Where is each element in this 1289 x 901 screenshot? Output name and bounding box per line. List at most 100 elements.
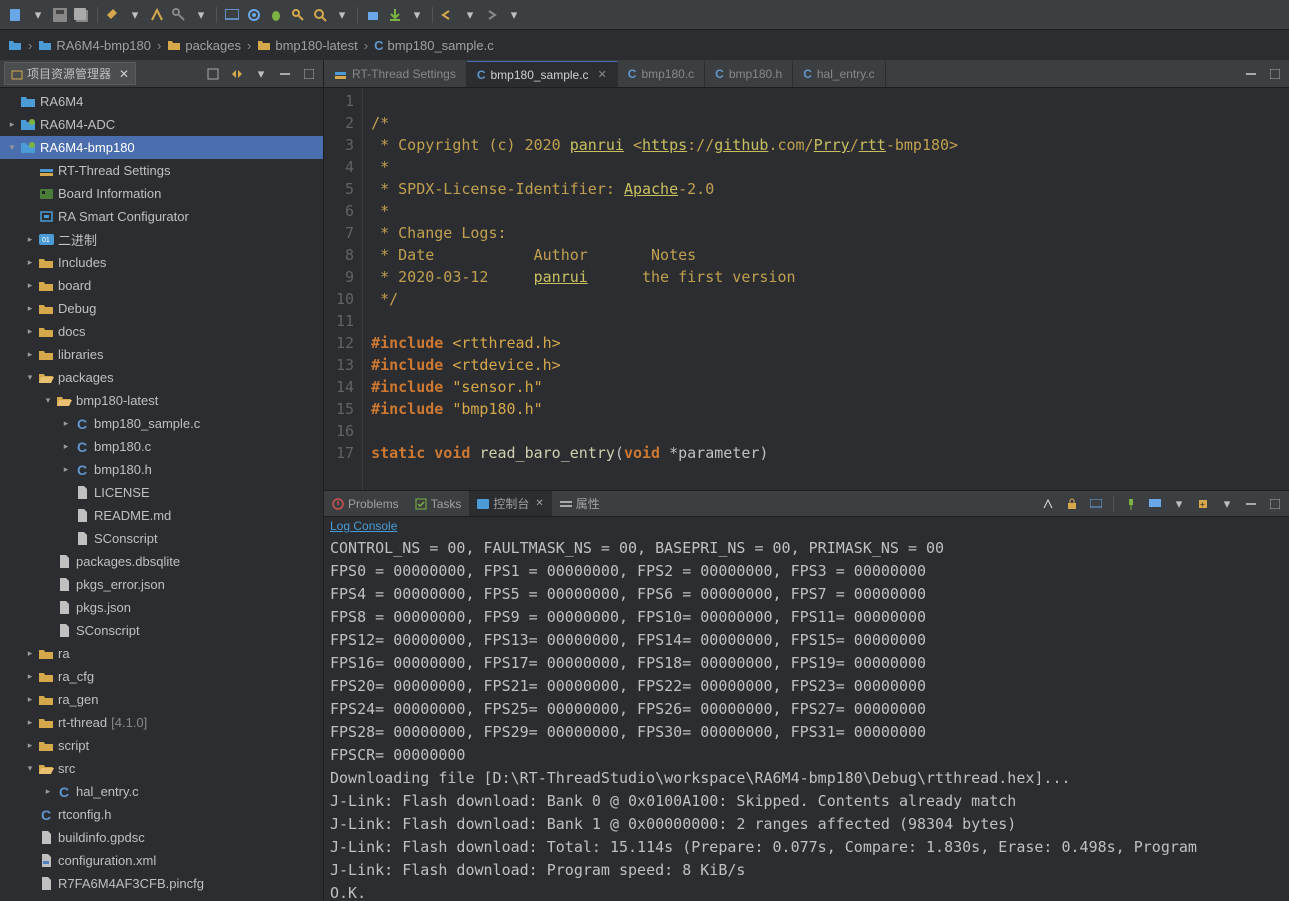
- tree-arrow-icon[interactable]: ▸: [24, 326, 36, 338]
- code-line[interactable]: #include "bmp180.h": [371, 398, 958, 420]
- new-icon[interactable]: [6, 5, 26, 25]
- tree-item[interactable]: ▾RA6M4-bmp180: [0, 136, 323, 159]
- download-icon[interactable]: [385, 5, 405, 25]
- tree-arrow-icon[interactable]: [60, 510, 72, 522]
- bug-icon[interactable]: [266, 5, 286, 25]
- editor-tab[interactable]: Chal_entry.c: [793, 61, 885, 87]
- tree-item[interactable]: ▸ra: [0, 642, 323, 665]
- gear-icon[interactable]: [244, 5, 264, 25]
- tree-arrow-icon[interactable]: ▸: [6, 119, 18, 131]
- console-title[interactable]: Log Console: [324, 517, 1289, 535]
- breadcrumb-item[interactable]: RA6M4-bmp180: [38, 38, 151, 53]
- tree-arrow-icon[interactable]: [60, 533, 72, 545]
- close-icon[interactable]: ✕: [119, 67, 129, 81]
- code-line[interactable]: [371, 90, 958, 112]
- tree-item[interactable]: ▸board: [0, 274, 323, 297]
- screen-icon[interactable]: [222, 5, 242, 25]
- forward-icon[interactable]: [482, 5, 502, 25]
- console-output[interactable]: CONTROL_NS = 00, FAULTMASK_NS = 00, BASE…: [324, 535, 1289, 901]
- maximize-icon[interactable]: [1265, 64, 1285, 84]
- tree-item[interactable]: ▸script: [0, 734, 323, 757]
- panel-title-tab[interactable]: 项目资源管理器 ✕: [4, 62, 136, 85]
- tree-arrow-icon[interactable]: ▸: [24, 303, 36, 315]
- tree-item[interactable]: ▸Cbmp180.c: [0, 435, 323, 458]
- tree-item[interactable]: ▸Chal_entry.c: [0, 780, 323, 803]
- tree-item[interactable]: ▾packages: [0, 366, 323, 389]
- save-all-icon[interactable]: [72, 5, 92, 25]
- breadcrumb-item[interactable]: packages: [167, 38, 241, 53]
- tree-arrow-icon[interactable]: ▸: [42, 786, 54, 798]
- tree-arrow-icon[interactable]: ▸: [24, 694, 36, 706]
- link-icon[interactable]: [227, 64, 247, 84]
- tree-item[interactable]: Crtconfig.h: [0, 803, 323, 826]
- tree-arrow-icon[interactable]: ▸: [24, 280, 36, 292]
- tree-arrow-icon[interactable]: [24, 211, 36, 223]
- tree-item[interactable]: ▸01二进制: [0, 228, 323, 251]
- new-console-icon[interactable]: +: [1193, 494, 1213, 514]
- tree-arrow-icon[interactable]: ▸: [24, 740, 36, 752]
- tree-item[interactable]: ▾bmp180-latest: [0, 389, 323, 412]
- key-icon[interactable]: [288, 5, 308, 25]
- tree-arrow-icon[interactable]: ▸: [24, 671, 36, 683]
- bottom-tab[interactable]: Tasks: [407, 491, 470, 516]
- tree-arrow-icon[interactable]: [60, 487, 72, 499]
- tree-arrow-icon[interactable]: ▸: [60, 441, 72, 453]
- code-line[interactable]: */: [371, 288, 958, 310]
- code-line[interactable]: [371, 310, 958, 332]
- breadcrumb-item[interactable]: C bmp180_sample.c: [374, 38, 494, 53]
- tree-arrow-icon[interactable]: ▸: [60, 418, 72, 430]
- bottom-tab[interactable]: 属性: [552, 491, 608, 516]
- tree-arrow-icon[interactable]: ▸: [24, 717, 36, 729]
- tree-arrow-icon[interactable]: ▾: [24, 763, 36, 775]
- wrench-icon[interactable]: [169, 5, 189, 25]
- tree-arrow-icon[interactable]: ▸: [24, 234, 36, 246]
- tree-arrow-icon[interactable]: ▾: [42, 395, 54, 407]
- breadcrumb-item[interactable]: bmp180-latest: [257, 38, 357, 53]
- tree-arrow-icon[interactable]: [42, 625, 54, 637]
- tree-arrow-icon[interactable]: ▾: [6, 142, 18, 154]
- dropdown-icon[interactable]: ▾: [191, 5, 211, 25]
- code-line[interactable]: [371, 420, 958, 442]
- tree-item[interactable]: ▸Cbmp180_sample.c: [0, 412, 323, 435]
- bottom-tab[interactable]: 控制台✕: [469, 491, 551, 516]
- pin-icon[interactable]: [1121, 494, 1141, 514]
- tree-item[interactable]: buildinfo.gpdsc: [0, 826, 323, 849]
- lock-icon[interactable]: [1062, 494, 1082, 514]
- back-icon[interactable]: [438, 5, 458, 25]
- tree-item[interactable]: RA Smart Configurator: [0, 205, 323, 228]
- code-line[interactable]: #include <rtdevice.h>: [371, 354, 958, 376]
- tree-item[interactable]: packages.dbsqlite: [0, 550, 323, 573]
- code-line[interactable]: #include <rtthread.h>: [371, 332, 958, 354]
- code-line[interactable]: static void read_baro_entry(void *parame…: [371, 442, 958, 464]
- bottom-tab[interactable]: Problems: [324, 491, 407, 516]
- code-line[interactable]: * 2020-03-12 panrui the first version: [371, 266, 958, 288]
- tree-item[interactable]: README.md: [0, 504, 323, 527]
- tree-item[interactable]: RT-Thread Settings: [0, 159, 323, 182]
- tree-arrow-icon[interactable]: [24, 188, 36, 200]
- package-icon[interactable]: [363, 5, 383, 25]
- tree-arrow-icon[interactable]: ▸: [24, 349, 36, 361]
- dropdown-icon[interactable]: ▾: [407, 5, 427, 25]
- tree-item[interactable]: ▸RA6M4-ADC: [0, 113, 323, 136]
- hammer-icon[interactable]: [103, 5, 123, 25]
- save-icon[interactable]: [50, 5, 70, 25]
- display-icon[interactable]: [1145, 494, 1165, 514]
- tree-arrow-icon[interactable]: ▾: [24, 372, 36, 384]
- breadcrumb-item[interactable]: [8, 39, 22, 51]
- code-line[interactable]: /*: [371, 112, 958, 134]
- minimize-icon[interactable]: [275, 64, 295, 84]
- search-icon[interactable]: [310, 5, 330, 25]
- code-line[interactable]: * Change Logs:: [371, 222, 958, 244]
- collapse-icon[interactable]: [203, 64, 223, 84]
- minimize-icon[interactable]: [1241, 64, 1261, 84]
- tree-arrow-icon[interactable]: [24, 855, 36, 867]
- tree-item[interactable]: Board Information: [0, 182, 323, 205]
- code-line[interactable]: * Copyright (c) 2020 panrui <https://git…: [371, 134, 958, 156]
- editor-tab[interactable]: RT-Thread Settings: [324, 61, 467, 87]
- tree-arrow-icon[interactable]: ▸: [24, 648, 36, 660]
- tree-item[interactable]: SConscript: [0, 527, 323, 550]
- dropdown-icon[interactable]: ▾: [1169, 494, 1189, 514]
- code-editor[interactable]: 1234567891011121314151617 /* * Copyright…: [324, 88, 1289, 490]
- tree-arrow-icon[interactable]: [24, 832, 36, 844]
- tree-arrow-icon[interactable]: ▸: [24, 257, 36, 269]
